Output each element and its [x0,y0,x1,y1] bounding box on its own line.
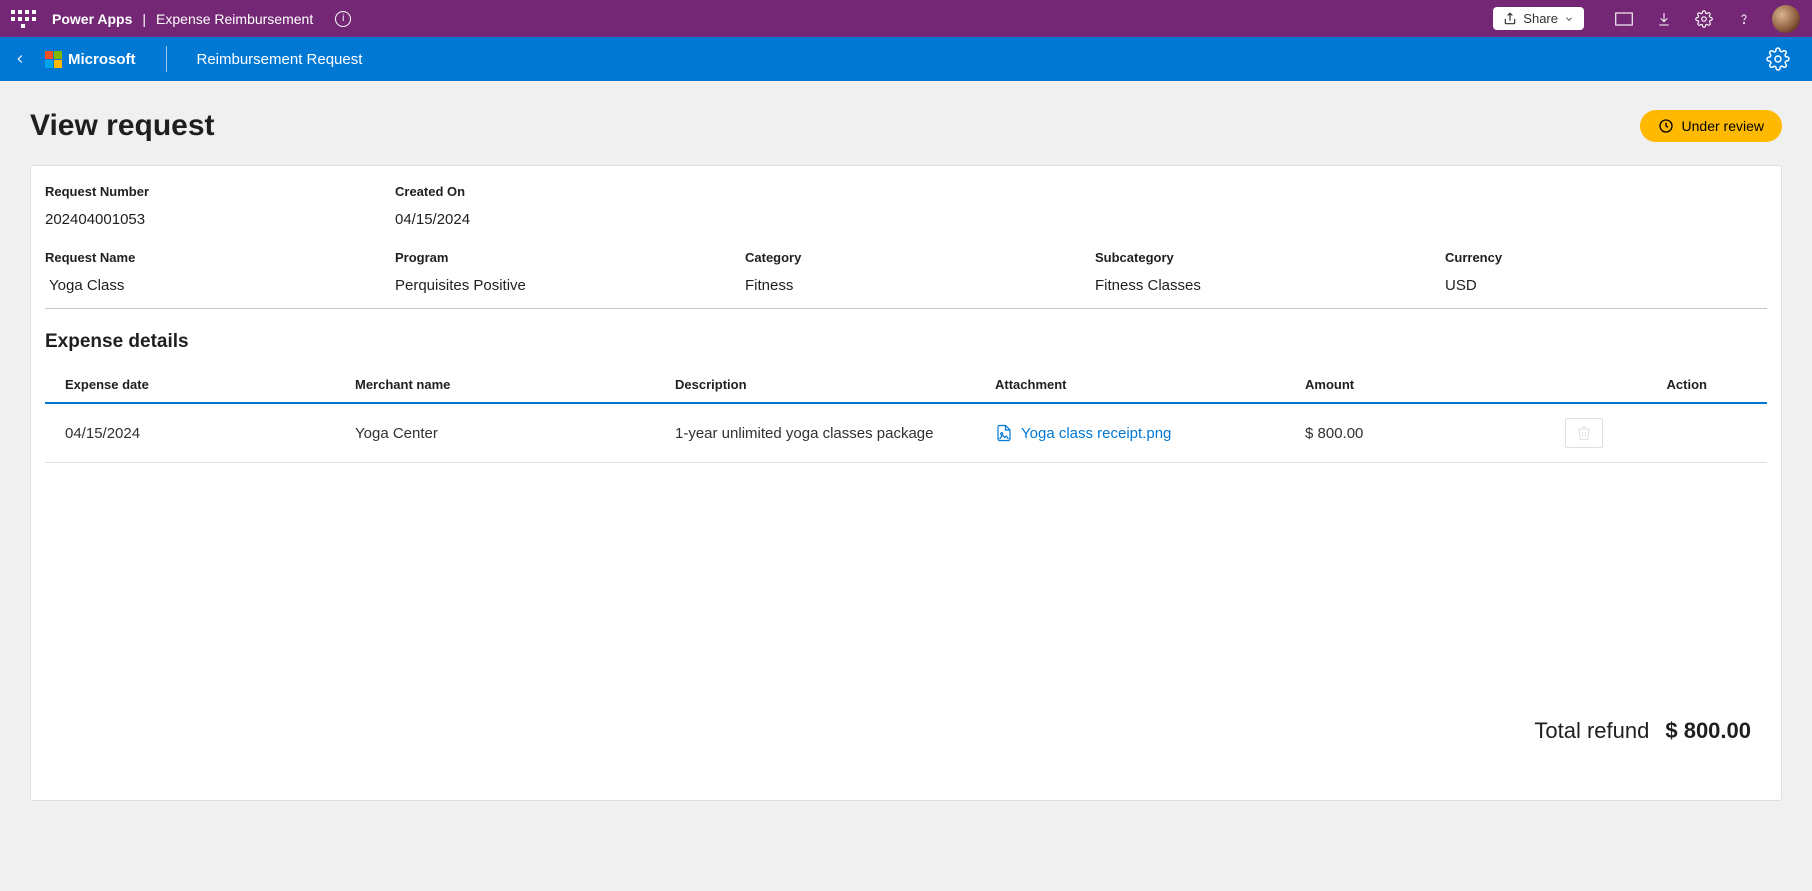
request-name-label: Request Name [45,250,395,265]
cell-amount: $ 800.00 [1285,403,1545,463]
clock-icon [1658,118,1674,134]
appbar-separator [166,46,167,72]
subcategory-label: Subcategory [1095,250,1445,265]
cell-merchant: Yoga Center [335,403,655,463]
settings-icon[interactable] [1684,0,1724,37]
expense-details-title: Expense details [45,331,1767,353]
cell-attachment: Yoga class receipt.png [975,403,1285,463]
waffle-icon[interactable] [8,4,38,34]
share-button-label: Share [1523,11,1558,26]
total-refund-value: $ 800.00 [1665,718,1751,744]
col-action: Action [1545,367,1767,403]
app-header: Microsoft Reimbursement Request [0,37,1812,81]
trash-icon [1576,425,1592,441]
status-text: Under review [1682,118,1764,134]
expense-table: Expense date Merchant name Description A… [45,367,1767,463]
request-summary-row-1: Request Number 202404001053 Created On 0… [45,184,1767,228]
app-name: Expense Reimbursement [156,11,313,27]
cell-date: 04/15/2024 [45,403,335,463]
help-icon[interactable] [1724,0,1764,37]
col-date: Expense date [45,367,335,403]
program-value: Perquisites Positive [395,277,745,294]
product-name: Power Apps [52,11,132,27]
cell-description: 1-year unlimited yoga classes package [655,403,975,463]
currency-value: USD [1445,277,1767,294]
delete-row-button[interactable] [1565,418,1603,448]
program-label: Program [395,250,745,265]
microsoft-logo-icon [44,50,62,68]
created-on-value: 04/15/2024 [395,211,745,228]
table-row: 04/15/2024 Yoga Center 1-year unlimited … [45,403,1767,463]
share-button[interactable]: Share [1493,7,1584,30]
attachment-link[interactable]: Yoga class receipt.png [1021,425,1171,442]
back-button[interactable] [4,43,36,75]
global-topbar: Power Apps | Expense Reimbursement i Sha… [0,0,1812,37]
cell-action [1545,403,1767,463]
chevron-down-icon [1564,14,1574,24]
col-description: Description [655,367,975,403]
status-badge: Under review [1640,110,1782,142]
currency-label: Currency [1445,250,1767,265]
col-merchant: Merchant name [335,367,655,403]
app-settings-icon[interactable] [1760,41,1796,77]
topbar-separator: | [142,11,146,27]
image-document-icon [995,423,1013,443]
category-label: Category [745,250,1095,265]
share-icon [1503,12,1517,26]
category-value: Fitness [745,277,1095,294]
info-icon[interactable]: i [335,11,351,27]
page-content: View request Under review Request Number… [0,81,1812,891]
created-on-label: Created On [395,184,745,199]
page-title: View request [30,109,215,143]
col-amount: Amount [1285,367,1545,403]
screen-title: Reimbursement Request [197,51,363,68]
user-avatar[interactable] [1772,5,1800,33]
request-card: Request Number 202404001053 Created On 0… [30,165,1782,801]
page-header: View request Under review [30,109,1782,143]
fit-screen-icon[interactable] [1604,0,1644,37]
subcategory-value: Fitness Classes [1095,277,1445,294]
microsoft-brand-text: Microsoft [68,51,136,68]
col-attachment: Attachment [975,367,1285,403]
request-name-value: Yoga Class [45,277,395,294]
table-header-row: Expense date Merchant name Description A… [45,367,1767,403]
request-summary-row-2: Request Name Yoga Class Program Perquisi… [45,250,1767,309]
total-refund-label: Total refund [1534,718,1649,744]
request-number-label: Request Number [45,184,395,199]
total-row: Total refund $ 800.00 [1534,718,1751,744]
request-number-value: 202404001053 [45,211,395,228]
download-icon[interactable] [1644,0,1684,37]
